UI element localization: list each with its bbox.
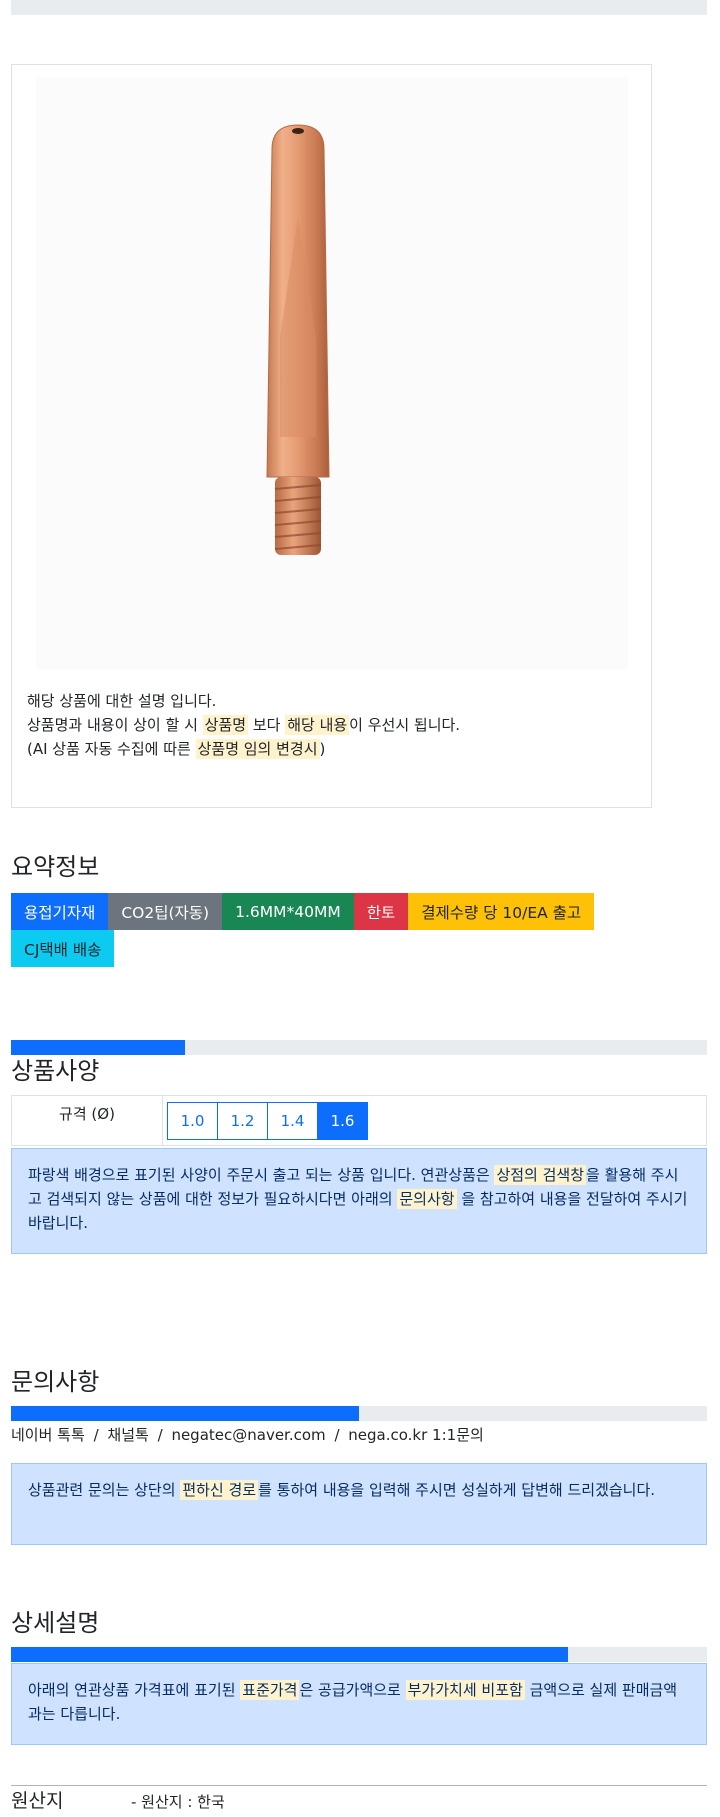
contact-tip-image (266, 124, 330, 555)
inquiry-progress-bar (11, 1406, 707, 1421)
channel-site-inquiry[interactable]: nega.co.kr 1:1문의 (348, 1426, 484, 1444)
badge-shipping: CJ택배 배송 (11, 930, 115, 967)
highlight-vat-excluded: 부가가치세 비포함 (405, 1680, 525, 1700)
spec-table: 규격 (Ø) 1.0 1.2 1.4 1.6 (11, 1095, 707, 1146)
spec-option-1-6[interactable]: 1.6 (317, 1101, 368, 1140)
detail-notice: 아래의 연관상품 가격표에 표기된 표준가격 은 공급가액으로 부가가치세 비포함… (11, 1663, 707, 1745)
channel-email[interactable]: negatec@naver.com (171, 1426, 325, 1444)
highlight-store-search: 상점의 검색창 (494, 1165, 587, 1185)
spec-option-1-4[interactable]: 1.4 (267, 1101, 318, 1140)
detail-progress-bar (11, 1647, 707, 1662)
separator: / (93, 1426, 99, 1444)
separator: / (157, 1426, 163, 1444)
description-line-3: (AI 상품 자동 수집에 따른 상품명 임의 변경시) (27, 739, 326, 759)
spec-options: 1.0 1.2 1.4 1.6 (163, 1096, 368, 1145)
highlight-product-name: 상품명 (202, 715, 249, 735)
inquiry-notice: 상품관련 문의는 상단의 편하신 경로 를 통하여 내용을 입력해 주시면 성실하… (11, 1463, 707, 1545)
summary-title: 요약정보 (11, 853, 100, 881)
spec-row-label: 규격 (Ø) (12, 1096, 163, 1145)
product-card: 해당 상품에 대한 설명 입니다. 상품명과 내용이 상이 할 시 상품명 보다… (11, 64, 652, 808)
spec-option-1-0[interactable]: 1.0 (167, 1101, 218, 1140)
highlight-standard-price: 표준가격 (240, 1680, 300, 1700)
origin-divider (11, 1785, 707, 1786)
spec-notice: 파랑색 배경으로 표기된 사양이 주문시 출고 되는 상품 입니다. 연관상품은… (11, 1148, 707, 1254)
summary-badges: 용접기자재 CO2팁(자동) 1.6MM*40MM 한토 결제수량 당 10/E… (11, 893, 631, 967)
highlight-route: 편하신 경로 (180, 1480, 259, 1500)
description-line-2: 상품명과 내용이 상이 할 시 상품명 보다 해당 내용 이 우선시 됩니다. (27, 715, 461, 735)
inquiry-title: 문의사항 (11, 1368, 100, 1396)
spec-title: 상품사양 (11, 1057, 100, 1085)
channel-naver-talk[interactable]: 네이버 톡톡 (11, 1426, 85, 1444)
highlight-inquiry: 문의사항 (397, 1189, 457, 1209)
spec-option-1-2[interactable]: 1.2 (217, 1101, 268, 1140)
badge-category: 용접기자재 (11, 893, 109, 930)
inquiry-channels: 네이버 톡톡 / 채널톡 / negatec@naver.com / nega.… (11, 1423, 484, 1447)
description-line-1: 해당 상품에 대한 설명 입니다. (27, 692, 217, 710)
badge-quantity: 결제수량 당 10/EA 출고 (408, 893, 595, 930)
separator: / (334, 1426, 340, 1444)
product-image (36, 77, 628, 669)
badge-brand: 한토 (353, 893, 409, 930)
origin-label: 원산지 (11, 1790, 64, 1812)
spec-progress-fill (11, 1040, 185, 1055)
detail-title: 상세설명 (11, 1609, 100, 1637)
spec-progress-bar (11, 1040, 707, 1055)
top-progress-bar (11, 0, 707, 15)
inquiry-progress-fill (11, 1406, 359, 1421)
channel-channeltalk[interactable]: 채널톡 (107, 1426, 148, 1444)
badge-size: 1.6MM*40MM (222, 893, 354, 930)
badge-subcategory: CO2팁(자동) (108, 893, 223, 930)
highlight-content: 해당 내용 (285, 715, 350, 735)
product-description: 해당 상품에 대한 설명 입니다. 상품명과 내용이 상이 할 시 상품명 보다… (27, 689, 637, 761)
origin-value: - 원산지 : 한국 (131, 1793, 225, 1811)
highlight-name-change: 상품명 임의 변경시 (195, 739, 320, 759)
detail-progress-fill (11, 1647, 568, 1662)
